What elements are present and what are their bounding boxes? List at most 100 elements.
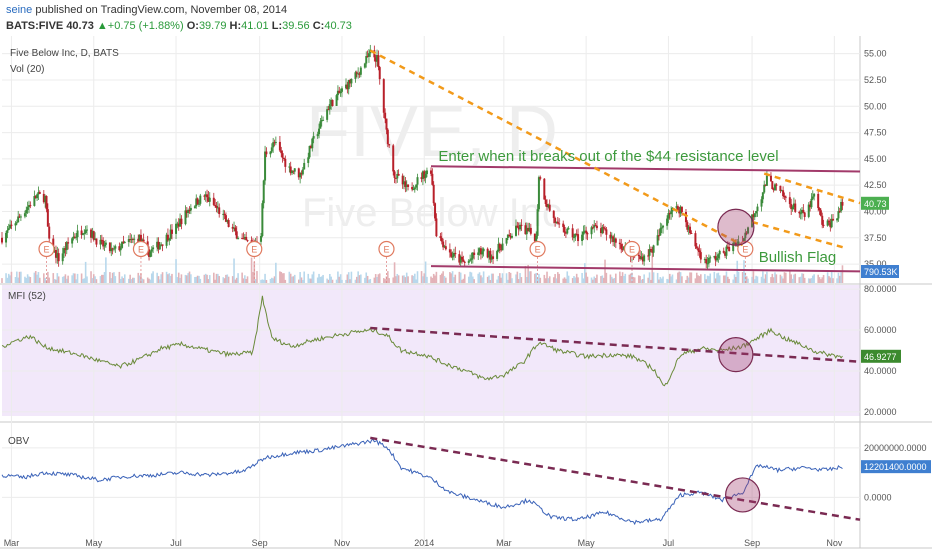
candle-body — [293, 168, 296, 172]
candle-body — [652, 245, 655, 253]
volume-bar — [662, 276, 664, 283]
volume-bar — [577, 277, 579, 283]
mfi-badge-text: 46.9277 — [864, 352, 897, 362]
candle-body — [694, 233, 697, 247]
candle-body — [104, 242, 107, 245]
obv-badge-text: 12201400.0000 — [864, 462, 927, 472]
candle-body — [281, 153, 284, 158]
candle-body — [269, 151, 272, 155]
volume-bar — [445, 277, 447, 283]
candle-body — [590, 227, 593, 235]
x-tick-label: May — [578, 538, 596, 548]
candle-body — [763, 184, 766, 193]
volume-bar — [416, 271, 419, 283]
candle-body — [552, 210, 555, 218]
chart-area[interactable]: FIVE, D Five Below Inc EEEEEEE Five Belo… — [0, 36, 932, 550]
candle-body — [755, 210, 758, 214]
candle-body — [566, 228, 569, 234]
volume-bar — [142, 279, 145, 283]
candle-body — [260, 236, 263, 242]
volume-bar — [435, 271, 438, 283]
candle-body — [355, 72, 358, 74]
resistance-annotation: Enter when it breaks out of the $44 resi… — [438, 148, 778, 165]
candle-body — [15, 222, 18, 224]
candle-body — [556, 221, 559, 224]
candle-body — [699, 252, 702, 260]
candle-body — [659, 228, 662, 236]
candle-body — [769, 175, 772, 182]
candle-body — [657, 235, 660, 237]
publish-text: published on TradingView.com, November 0… — [35, 4, 288, 16]
volume-bar — [171, 273, 173, 283]
candle-body — [61, 253, 64, 262]
volume-bar — [718, 275, 721, 283]
y-tick-label: 47.50 — [864, 128, 887, 138]
candle-body — [208, 197, 211, 202]
candle-body — [643, 255, 646, 262]
candle-body — [199, 195, 202, 204]
x-tick-label: Jul — [663, 538, 675, 548]
candle-body — [637, 254, 640, 257]
candle-body — [582, 231, 585, 235]
candle-body — [103, 244, 106, 247]
candle-body — [656, 235, 659, 246]
candle-body — [303, 162, 306, 170]
candle-body — [761, 192, 764, 200]
volume-bar — [303, 271, 305, 283]
volume-bar — [180, 274, 183, 283]
candle-body — [158, 245, 161, 250]
volume-bar — [709, 273, 712, 283]
candle-body — [246, 240, 249, 242]
volume-bar — [284, 279, 287, 283]
candle-body — [412, 189, 415, 191]
candle-body — [318, 128, 321, 135]
candle-body — [133, 238, 136, 240]
candle-body — [23, 213, 26, 217]
candle-body — [810, 198, 813, 208]
price-panel-title: Five Below Inc, D, BATS — [10, 48, 119, 59]
earnings-marker-label: E — [138, 245, 144, 255]
candle-body — [548, 204, 551, 211]
candle-body — [562, 223, 565, 227]
quote-line: BATS:FIVE 40.73 ▲+0.75 (+1.88%) O:39.79 … — [6, 20, 352, 32]
y-tick-label: 50.00 — [864, 101, 887, 111]
volume-bar — [728, 278, 730, 283]
volume-bar — [38, 277, 41, 283]
volume-indicator-label: Vol (20) — [10, 64, 44, 75]
candle-body — [67, 242, 70, 244]
volume-bar — [265, 279, 268, 283]
candle-body — [660, 227, 663, 229]
y-tick-label: 20000000.0000 — [864, 443, 927, 453]
candle-body — [75, 237, 78, 239]
candle-body — [707, 257, 710, 264]
candle-body — [25, 209, 28, 214]
candle-body — [189, 207, 192, 211]
candle-body — [473, 252, 476, 255]
open-label: O: — [186, 20, 199, 32]
candle-body — [581, 234, 584, 242]
candle-body — [482, 248, 485, 252]
candle-body — [26, 207, 29, 210]
candle-body — [605, 229, 608, 235]
volume-bar — [95, 279, 98, 283]
candle-body — [544, 199, 547, 205]
volume-bar — [615, 273, 617, 283]
candle-body — [262, 180, 265, 204]
candle-body — [114, 246, 117, 249]
volume-bar — [586, 276, 589, 283]
volume-bar — [378, 273, 381, 283]
candle-body — [680, 206, 683, 212]
x-tick-label: Mar — [4, 538, 20, 548]
author-link[interactable]: seine — [6, 4, 32, 16]
volume-bar — [775, 274, 778, 283]
symbol: BATS:FIVE — [6, 20, 64, 32]
candle-body — [798, 211, 801, 214]
highlight-circle — [718, 336, 754, 373]
candle-body — [326, 109, 329, 120]
candle-body — [543, 178, 546, 200]
volume-bar — [785, 272, 787, 283]
candle-body — [411, 186, 414, 190]
candle-body — [119, 247, 122, 251]
volume-bar — [794, 273, 797, 283]
candle-body — [794, 203, 797, 212]
